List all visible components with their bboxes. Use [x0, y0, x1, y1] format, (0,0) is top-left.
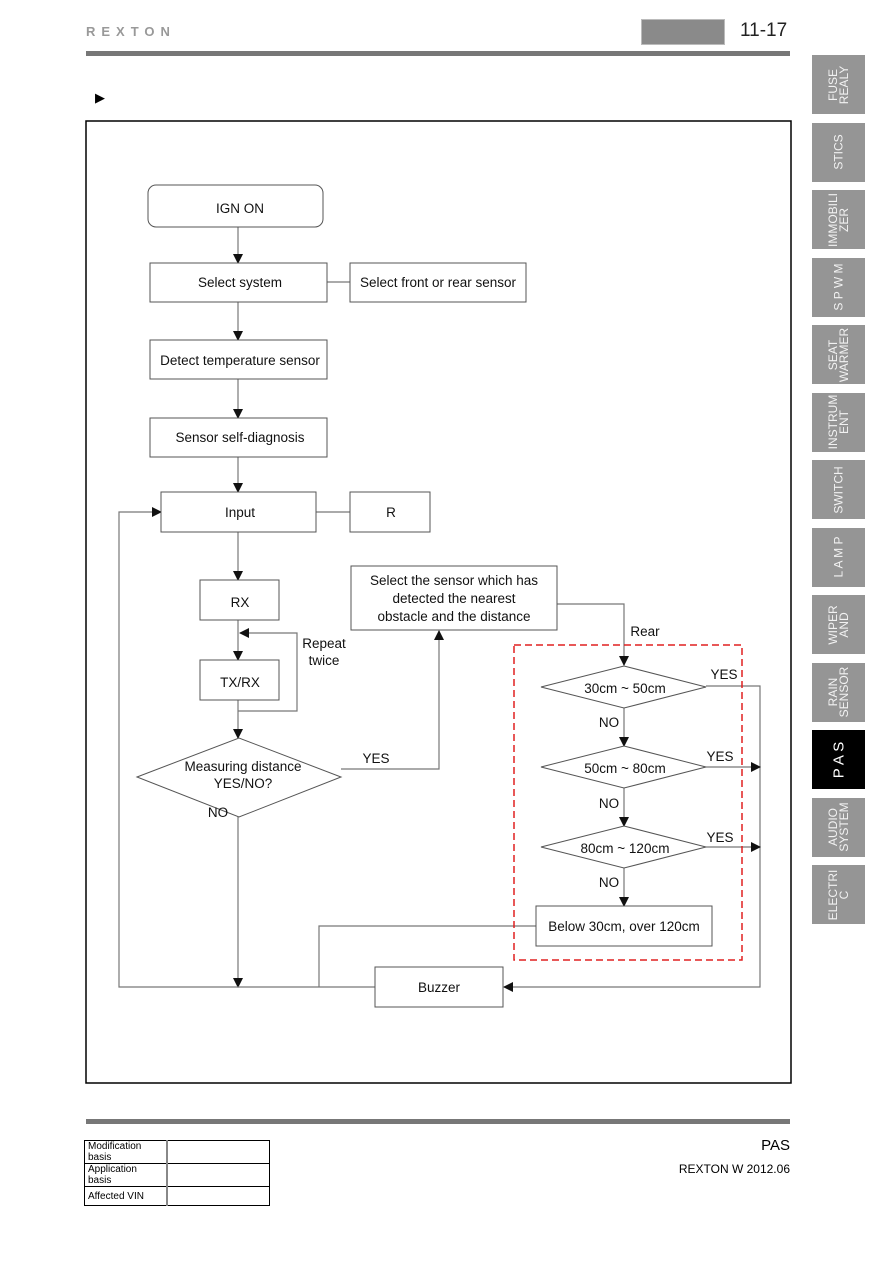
label: YES [710, 667, 737, 682]
revision-table: Modification basis Application basis Aff… [84, 1140, 270, 1206]
label: detected the nearest [392, 591, 515, 606]
label: NO [208, 805, 228, 820]
label: Repeat [302, 636, 346, 651]
label: twice [309, 653, 340, 668]
label: Input [225, 505, 255, 520]
label: TX/RX [220, 675, 260, 690]
label: NO [599, 796, 619, 811]
label: Below 30cm, over 120cm [548, 919, 700, 934]
footer-section: PAS [761, 1137, 790, 1154]
flowchart: IGN ON Select system Select front or rea… [85, 120, 792, 1084]
label: Buzzer [418, 980, 461, 995]
label: YES/NO? [214, 776, 273, 791]
meta-value [166, 1186, 270, 1206]
label: NO [599, 715, 619, 730]
manual-page: REXTON 11-17 ▶ FUSE REALY STICS IMMOBILI Z… [0, 0, 893, 1263]
label: obstacle and the distance [377, 609, 530, 624]
meta-label: Application basis [84, 1163, 168, 1187]
label: 30cm ~ 50cm [584, 681, 665, 696]
label: Rear [630, 624, 660, 639]
label: Select system [198, 275, 282, 290]
meta-label: Modification basis [84, 1140, 168, 1164]
label: Select front or rear sensor [360, 275, 517, 290]
footer-model: REXTON W 2012.06 [678, 1162, 790, 1176]
meta-value [166, 1140, 270, 1164]
label: RX [231, 595, 250, 610]
label: Measuring distance [184, 759, 301, 774]
label: 50cm ~ 80cm [584, 761, 665, 776]
label: R [386, 505, 396, 520]
label: IGN ON [216, 201, 264, 216]
meta-label: Affected VIN [84, 1186, 168, 1206]
label: YES [706, 749, 733, 764]
label: 80cm ~ 120cm [581, 841, 670, 856]
label: NO [599, 875, 619, 890]
label: YES [362, 751, 389, 766]
label: Select the sensor which has [370, 573, 538, 588]
footer-rule [86, 1119, 790, 1124]
meta-value [166, 1163, 270, 1187]
label: YES [706, 830, 733, 845]
label: Sensor self-diagnosis [175, 430, 304, 445]
label: Detect temperature sensor [160, 353, 320, 368]
